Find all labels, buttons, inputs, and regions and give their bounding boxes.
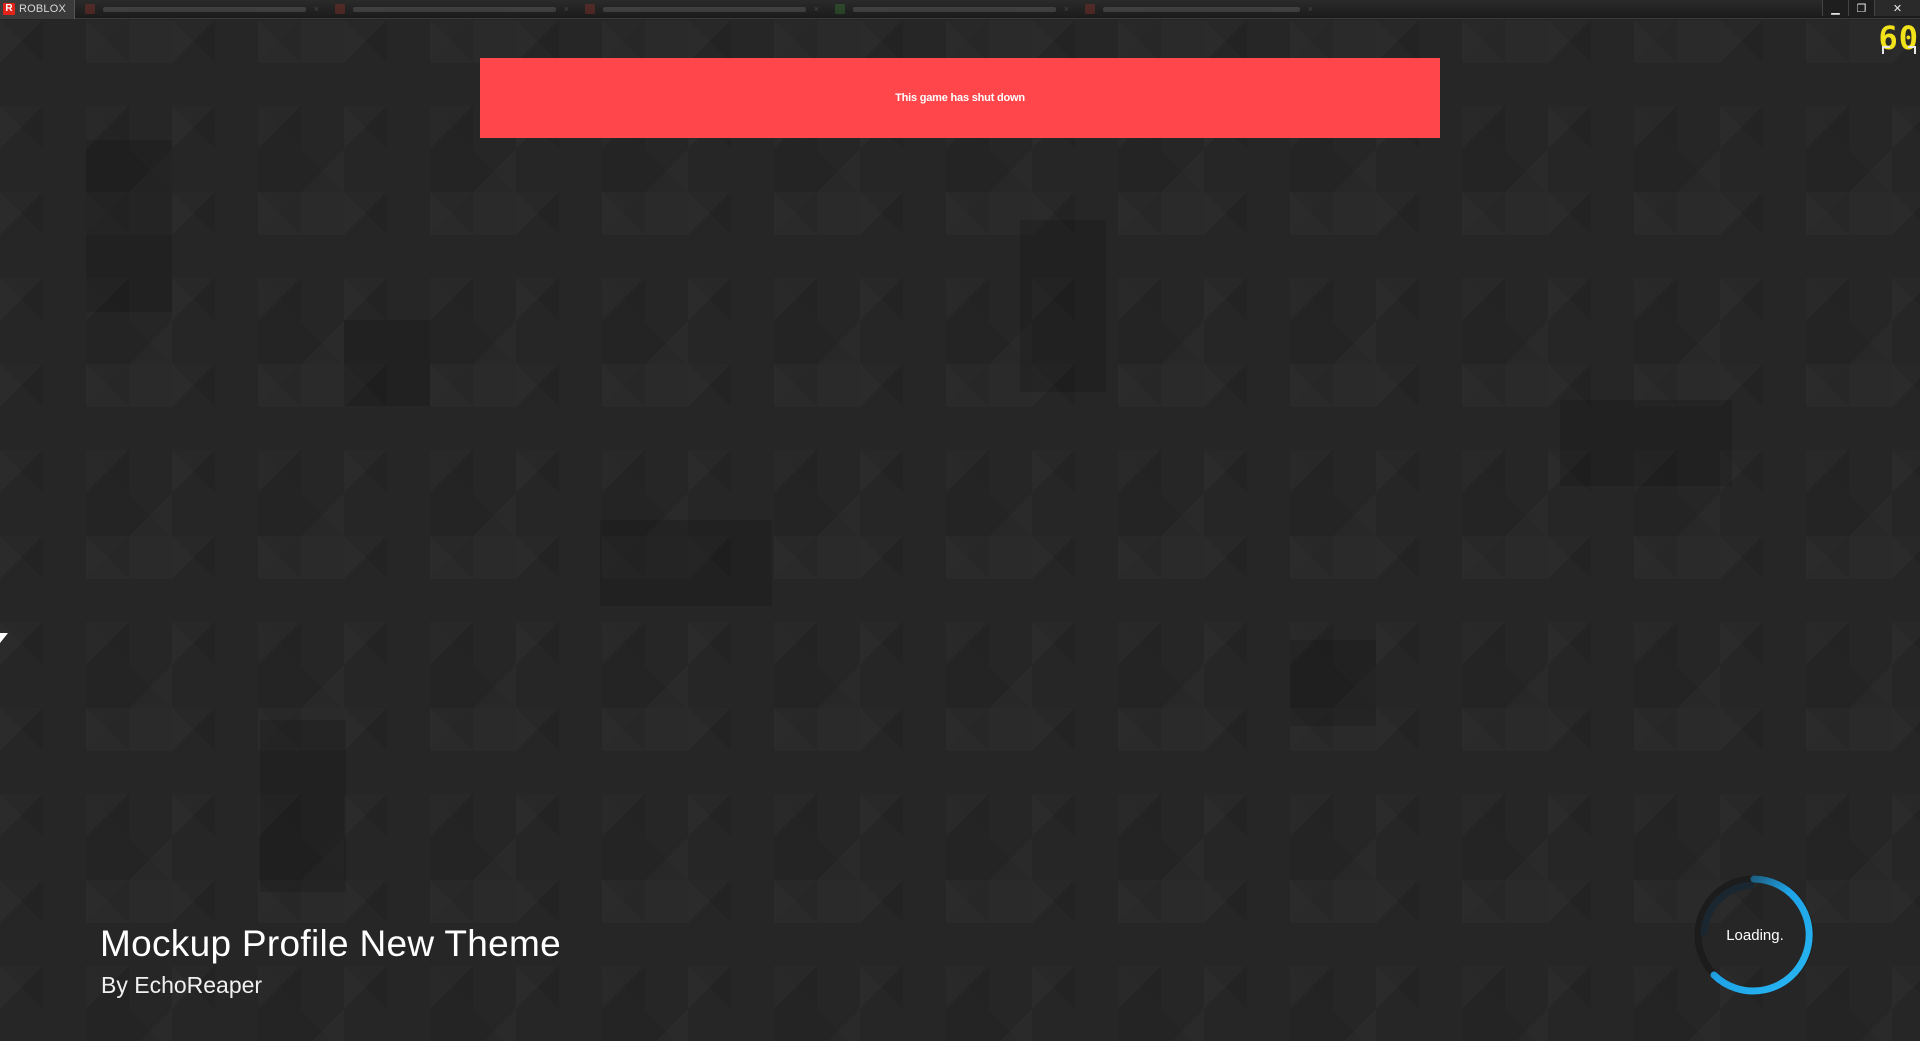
mouse-cursor-icon bbox=[0, 633, 8, 643]
close-icon[interactable]: × bbox=[1064, 4, 1069, 14]
roblox-window: R ROBLOX × × × × × ▁ ❐ ✕ 60 This game ha… bbox=[0, 0, 1920, 1041]
loading-screen-background bbox=[0, 20, 1920, 1041]
close-icon[interactable]: × bbox=[1308, 4, 1313, 14]
shutdown-banner: This game has shut down bbox=[480, 58, 1440, 138]
background-taskbar-tabs: × × × × × bbox=[79, 0, 1323, 19]
close-button[interactable]: ✕ bbox=[1874, 0, 1920, 16]
minimize-button[interactable]: ▁ bbox=[1822, 0, 1848, 16]
shutdown-message: This game has shut down bbox=[895, 92, 1025, 104]
close-icon[interactable]: × bbox=[564, 4, 569, 14]
app-name: ROBLOX bbox=[19, 3, 67, 15]
close-icon[interactable]: × bbox=[814, 4, 819, 14]
favicon-icon bbox=[1085, 4, 1096, 14]
game-author: By EchoReaper bbox=[101, 972, 263, 998]
roblox-logo-icon: R bbox=[3, 3, 15, 15]
favicon-icon bbox=[585, 4, 596, 14]
title-bar: R ROBLOX × × × × × ▁ ❐ ✕ bbox=[0, 0, 1920, 19]
favicon-icon bbox=[335, 4, 346, 14]
close-icon[interactable]: × bbox=[314, 4, 319, 14]
taskbar-tab[interactable]: × bbox=[1079, 2, 1319, 16]
taskbar-tab[interactable]: × bbox=[579, 2, 825, 16]
loading-label: Loading. bbox=[1726, 926, 1784, 944]
restore-button[interactable]: ❐ bbox=[1848, 0, 1874, 16]
window-controls: ▁ ❐ ✕ bbox=[1822, 0, 1920, 16]
app-tab[interactable]: R ROBLOX bbox=[0, 0, 76, 19]
taskbar-tab[interactable]: × bbox=[329, 2, 575, 16]
taskbar-tab[interactable]: × bbox=[829, 2, 1075, 16]
taskbar-tab[interactable]: × bbox=[79, 2, 325, 16]
favicon-icon bbox=[835, 4, 846, 14]
favicon-icon bbox=[85, 4, 96, 14]
fullscreen-toggle-icon[interactable] bbox=[1882, 46, 1916, 58]
loading-spinner: Loading. bbox=[1694, 875, 1814, 995]
game-title: Mockup Profile New Theme bbox=[100, 923, 561, 964]
